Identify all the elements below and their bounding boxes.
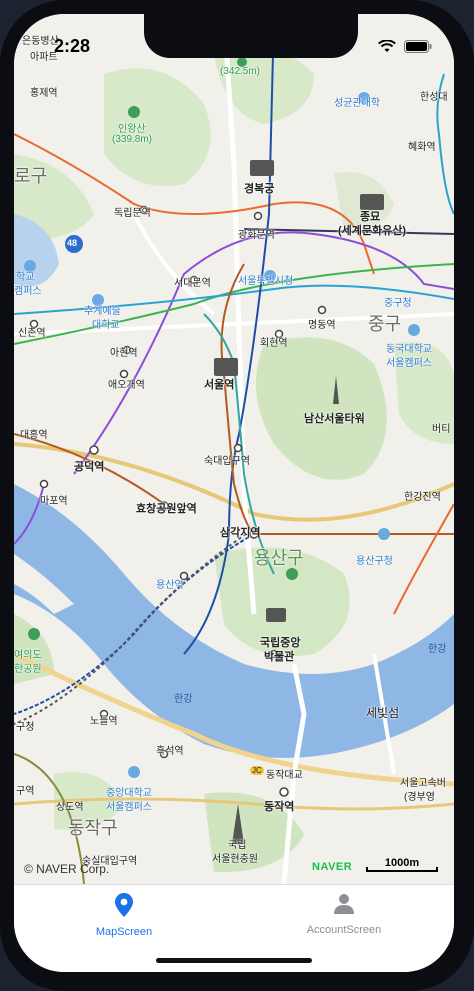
district-label: 용산구: [254, 548, 304, 568]
map-label: 서울고속버: [400, 778, 446, 789]
scale-line: [366, 867, 438, 872]
naver-logo[interactable]: NAVER: [312, 861, 352, 873]
station-label: 공덕역: [74, 461, 105, 473]
map-label: 성균관대학: [334, 98, 380, 109]
map-label: 애오개역: [108, 380, 145, 391]
map-label: 용산역: [156, 580, 184, 591]
map-label: 신촌역: [18, 328, 46, 339]
map-label: 마포역: [40, 496, 68, 507]
map-label: (342.5m): [220, 66, 261, 77]
landmark-label: (세계문화유산): [338, 225, 407, 237]
map-label: 대학교: [92, 320, 120, 331]
landmark-label: 남산서울타워: [304, 413, 365, 425]
person-icon: [333, 893, 355, 920]
home-indicator[interactable]: [156, 958, 312, 963]
landmark-label: 박물관: [264, 651, 295, 663]
map-label: 명동역: [308, 320, 336, 331]
map-label: 한성대: [420, 92, 448, 103]
tab-label: AccountScreen: [306, 924, 382, 936]
map-label: 버티: [432, 424, 451, 435]
map-canvas: [14, 14, 454, 884]
tab-label: MapScreen: [95, 926, 153, 938]
district-label: 중구: [368, 314, 402, 334]
map-label: 용산구청: [356, 556, 393, 567]
district-label: 로구: [14, 166, 48, 186]
map-label: 동국대학교: [386, 344, 432, 355]
map-label: 광화문역: [238, 230, 275, 241]
station-label: 서울역: [204, 379, 235, 391]
status-icons: [378, 39, 432, 58]
map-label: 세빛섬: [366, 706, 400, 720]
map-label: 인왕산: [118, 124, 146, 135]
map-label: 서울캠퍼스: [386, 358, 432, 369]
map-label: 서울특별시청: [238, 276, 294, 287]
landmark-label: 경복궁: [244, 183, 275, 195]
road-badge: JC: [250, 766, 264, 775]
map-label: 대흥역: [20, 430, 48, 441]
map-label: 한공원: [14, 664, 42, 675]
map-pin-icon: [115, 893, 133, 922]
map-label: 한강: [174, 694, 193, 705]
map-label: (경부영: [404, 792, 435, 803]
station-label: 동작역: [264, 801, 295, 813]
map-label: 구역: [16, 786, 35, 797]
map-label: 독립문역: [114, 208, 151, 219]
map-label: 서울캠퍼스: [106, 802, 152, 813]
map-label: 구청: [16, 722, 35, 733]
map-label: 중앙대학교: [106, 788, 152, 799]
map-label: 서대문역: [174, 278, 211, 289]
map-label: 한강: [428, 644, 447, 655]
station-label: 효창공원앞역: [136, 503, 197, 515]
map-label: 노들역: [90, 716, 118, 727]
map-scale-bar: 1000m: [366, 857, 438, 872]
status-time: 2:28: [54, 36, 91, 56]
map-label: (339.8m): [112, 134, 153, 145]
map-label: 홍제역: [30, 88, 58, 99]
map-label: 숙대입구역: [204, 456, 250, 467]
map-label: 한강진역: [404, 492, 441, 503]
map-label: 아현역: [110, 348, 138, 359]
map-label: 동작대교: [266, 770, 303, 781]
map-copyright: © NAVER Corp.: [24, 862, 110, 876]
map-label: 혜화역: [408, 142, 436, 153]
landmark-label: 국립: [228, 840, 247, 851]
device-notch: [144, 14, 358, 58]
district-label: 동작구: [68, 818, 118, 838]
battery-icon: [404, 40, 432, 58]
wifi-icon: [378, 39, 396, 58]
map-label: 학교: [16, 272, 35, 283]
map-label: 추계예술: [84, 306, 121, 317]
tab-accountscreen[interactable]: AccountScreen: [264, 893, 424, 949]
station-label: 삼각지역: [220, 527, 261, 539]
landmark-label: 서울현충원: [212, 854, 258, 865]
map-label: 중구청: [384, 298, 412, 309]
map-label: 상도역: [56, 802, 84, 813]
map-label: 회현역: [260, 338, 288, 349]
map-view[interactable]: 은동병산 아파트 (342.5m) 홍제역 성균관대학 한성대 인왕산 (339…: [14, 14, 454, 884]
tab-mapscreen[interactable]: MapScreen: [44, 893, 204, 949]
map-label: 여의도: [14, 650, 42, 661]
map-label: 캠퍼스: [14, 286, 42, 297]
map-label: 흑석역: [156, 746, 184, 757]
app-screen: 은동병산 아파트 (342.5m) 홍제역 성균관대학 한성대 인왕산 (339…: [14, 14, 454, 972]
route-marker: 48: [67, 238, 78, 248]
